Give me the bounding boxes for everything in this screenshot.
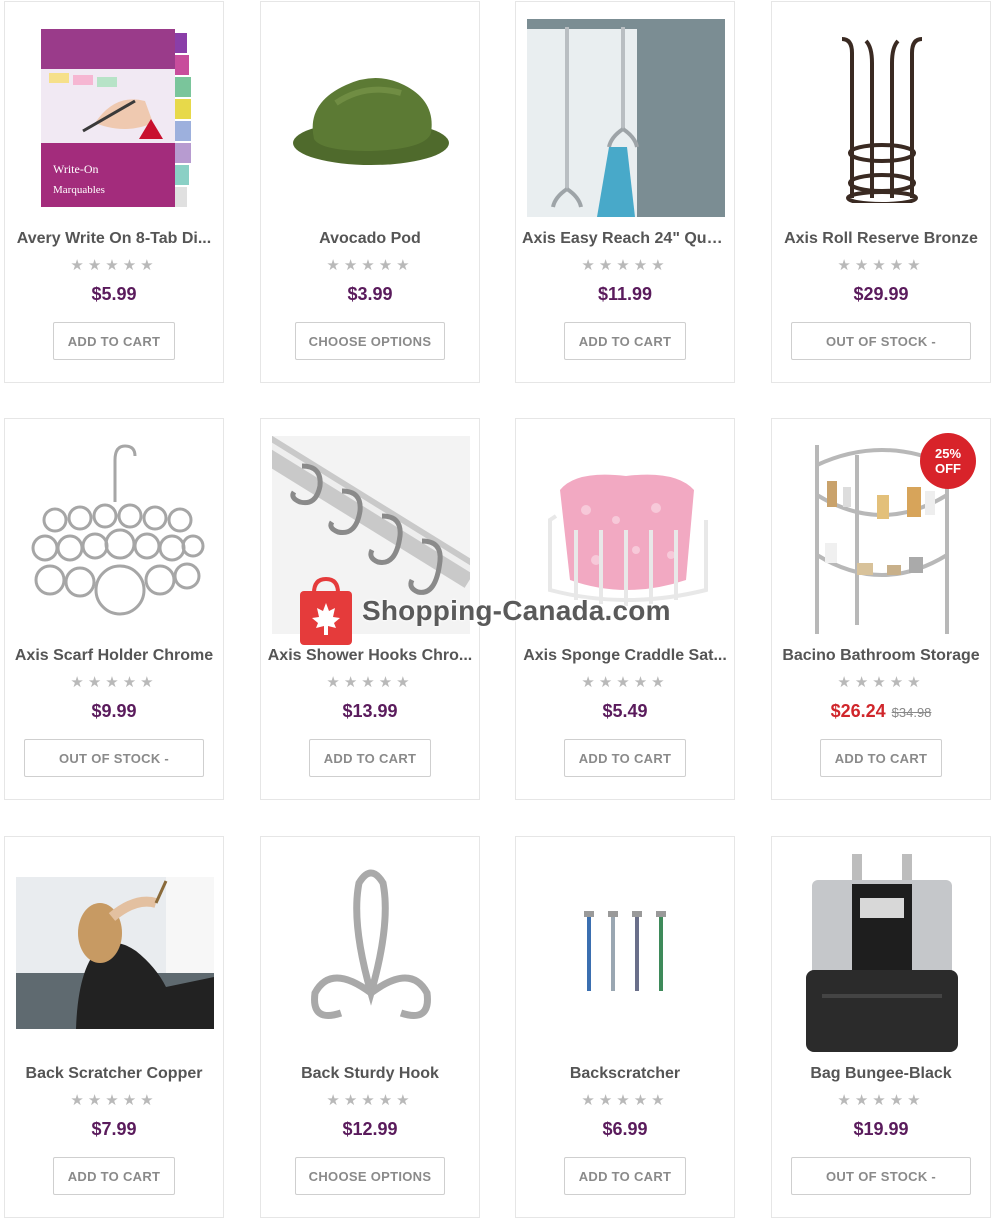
add-to-cart-button[interactable]: ADD TO CART	[564, 739, 686, 777]
product-card[interactable]: Axis Roll Reserve Bronze ★★★★★ $29.99 OU…	[771, 1, 991, 383]
add-to-cart-button[interactable]: ADD TO CART	[309, 739, 431, 777]
svg-text:Write-On: Write-On	[53, 162, 99, 176]
product-name[interactable]: Back Scratcher Copper	[11, 1065, 217, 1083]
product-price: $5.99	[91, 284, 137, 304]
svg-text:Marquables: Marquables	[53, 184, 105, 196]
product-card[interactable]: 25%OFF Bacino Bathroom Storage ★★★★★ $2	[771, 418, 991, 800]
product-price: $11.99	[597, 284, 653, 304]
original-price: $34.98	[891, 705, 932, 720]
sturdy-hook-image[interactable]	[272, 854, 470, 1052]
product-price: $19.99	[853, 1119, 909, 1139]
add-to-cart-button[interactable]: ADD TO CART	[53, 322, 175, 360]
product-card[interactable]: Axis Easy Reach 24" Qua... ★★★★★ $11.99 …	[515, 1, 735, 383]
star-rating: ★★★★★	[837, 1092, 925, 1109]
site-watermark: Shopping-Canada.com	[298, 576, 671, 646]
scarf-holder-image[interactable]	[16, 436, 214, 634]
star-rating: ★★★★★	[581, 257, 669, 274]
product-card[interactable]: Back Sturdy Hook ★★★★★ $12.99 CHOOSE OPT…	[260, 836, 480, 1218]
product-name[interactable]: Backscratcher	[522, 1065, 728, 1083]
product-price: $7.99	[91, 1119, 137, 1139]
product-price: $6.99	[602, 1119, 648, 1139]
add-to-cart-button[interactable]: ADD TO CART	[564, 1157, 686, 1195]
star-rating: ★★★★★	[326, 674, 414, 691]
product-name[interactable]: Avocado Pod	[267, 230, 473, 248]
product-name[interactable]: Bag Bungee-Black	[778, 1065, 984, 1083]
star-rating: ★★★★★	[581, 1092, 669, 1109]
product-price: $26.24 $34.98	[772, 701, 990, 722]
product-name[interactable]: Back Sturdy Hook	[267, 1065, 473, 1083]
star-rating: ★★★★★	[70, 674, 158, 691]
star-rating: ★★★★★	[70, 257, 158, 274]
watermark-text: Shopping-Canada.com	[362, 595, 671, 626]
product-name[interactable]: Axis Sponge Craddle Sat...	[522, 647, 728, 665]
product-card[interactable]: Axis Scarf Holder Chrome ★★★★★ $9.99 OUT…	[4, 418, 224, 800]
star-rating: ★★★★★	[837, 257, 925, 274]
star-rating: ★★★★★	[70, 1092, 158, 1109]
avocado-pod-image[interactable]	[272, 19, 470, 217]
sale-price: $26.24	[830, 701, 886, 721]
star-rating: ★★★★★	[837, 674, 925, 691]
over-door-hook-image[interactable]	[527, 19, 725, 217]
binder-dividers-image[interactable]: Write-On Marquables	[16, 19, 214, 217]
product-price: $12.99	[342, 1119, 398, 1139]
choose-options-button[interactable]: CHOOSE OPTIONS	[295, 322, 445, 360]
product-card[interactable]: Bag Bungee-Black ★★★★★ $19.99 OUT OF STO…	[771, 836, 991, 1218]
bag-bungee-image[interactable]	[783, 854, 981, 1052]
product-price: $5.49	[602, 701, 648, 721]
product-card[interactable]: Write-On Marquables Avery Write On 8-Tab…	[4, 1, 224, 383]
back-scratcher-photo[interactable]	[16, 854, 214, 1052]
out-of-stock-button[interactable]: OUT OF STOCK -	[791, 322, 971, 360]
product-name[interactable]: Axis Roll Reserve Bronze	[778, 230, 984, 248]
add-to-cart-button[interactable]: ADD TO CART	[53, 1157, 175, 1195]
choose-options-button[interactable]: CHOOSE OPTIONS	[295, 1157, 445, 1195]
product-name[interactable]: Axis Easy Reach 24" Qua...	[522, 230, 728, 248]
roll-holder-image[interactable]	[783, 19, 981, 217]
product-card[interactable]: Avocado Pod ★★★★★ $3.99 CHOOSE OPTIONS	[260, 1, 480, 383]
product-price: $29.99	[853, 284, 909, 304]
out-of-stock-button[interactable]: OUT OF STOCK -	[24, 739, 204, 777]
product-name[interactable]: Axis Shower Hooks Chro...	[267, 647, 473, 665]
product-name[interactable]: Axis Scarf Holder Chrome	[11, 647, 217, 665]
product-name[interactable]: Bacino Bathroom Storage	[778, 647, 984, 665]
add-to-cart-button[interactable]: ADD TO CART	[820, 739, 942, 777]
add-to-cart-button[interactable]: ADD TO CART	[564, 322, 686, 360]
product-name[interactable]: Avery Write On 8-Tab Di...	[11, 230, 217, 248]
star-rating: ★★★★★	[326, 1092, 414, 1109]
backscratchers-image[interactable]	[527, 854, 725, 1052]
product-price: $13.99	[342, 701, 398, 721]
product-card[interactable]: Backscratcher ★★★★★ $6.99 ADD TO CART	[515, 836, 735, 1218]
maple-leaf-bag-icon	[300, 577, 352, 645]
product-price: $3.99	[347, 284, 393, 304]
out-of-stock-button[interactable]: OUT OF STOCK -	[791, 1157, 971, 1195]
star-rating: ★★★★★	[581, 674, 669, 691]
product-price: $9.99	[91, 701, 137, 721]
discount-badge: 25% OFF	[920, 433, 976, 489]
star-rating: ★★★★★	[326, 257, 414, 274]
product-card[interactable]: Back Scratcher Copper ★★★★★ $7.99 ADD TO…	[4, 836, 224, 1218]
